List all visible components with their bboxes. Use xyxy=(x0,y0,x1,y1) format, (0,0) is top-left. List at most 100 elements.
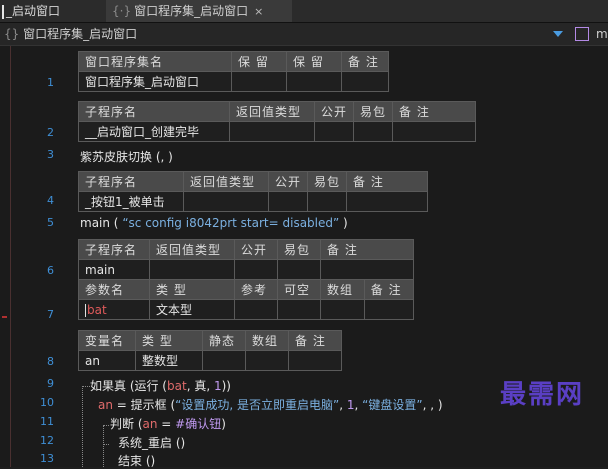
table-header: 可空 xyxy=(277,279,321,300)
subroutine-table: 子程序名 返回值类型 公开 易包 备 注 __启动窗口_创建完毕 xyxy=(78,101,477,142)
member-dropdown-label[interactable]: m xyxy=(596,23,608,45)
code-line[interactable]: main ( “sc config i8042prt start= disabl… xyxy=(80,216,348,230)
flow-tree-line xyxy=(82,386,90,387)
assembly-table: 窗口程序集名 保 留 保 留 备 注 窗口程序集_启动窗口 xyxy=(78,51,389,92)
table-header: 保 留 xyxy=(286,51,342,72)
code-line[interactable]: 判断 (an = #确认钮) xyxy=(110,415,226,432)
close-icon[interactable]: × xyxy=(254,5,263,18)
table-header: 返回值类型 xyxy=(183,171,269,192)
variable-ref: bat xyxy=(167,379,187,393)
table-cell[interactable] xyxy=(202,350,246,371)
table-cell[interactable] xyxy=(149,259,235,280)
table-header: 数组 xyxy=(245,330,289,351)
table-cell[interactable] xyxy=(231,71,287,92)
table-cell[interactable] xyxy=(313,121,355,142)
variable-name-cell[interactable]: an xyxy=(78,350,136,371)
keyword: 判断 ( xyxy=(110,417,143,431)
param-name-cell[interactable]: bat xyxy=(78,299,150,320)
variable-type-cell[interactable]: 整数型 xyxy=(135,350,203,371)
table-header: 数组 xyxy=(320,279,365,300)
flow-tree-line xyxy=(103,425,104,467)
watermark-logo: 最需网 xyxy=(500,380,585,410)
breadcrumb-label[interactable]: {} 窗口程序集_启动窗口 xyxy=(4,23,137,45)
variable-ref: an xyxy=(142,417,158,431)
subroutine-name-cell[interactable]: __启动窗口_创建完毕 xyxy=(78,121,230,142)
tab-startup-window[interactable]: _启动窗口 xyxy=(0,0,98,22)
table-header: 备 注 xyxy=(288,330,342,351)
number-literal: 1 xyxy=(213,379,222,393)
line-number: 3 xyxy=(47,148,54,161)
dropdown-arrow-icon[interactable] xyxy=(553,31,563,37)
table-cell[interactable] xyxy=(288,350,342,371)
line-number: 7 xyxy=(47,308,54,321)
breadcrumb-text: 窗口程序集_启动窗口 xyxy=(23,27,138,41)
table-header: 易包 xyxy=(353,101,394,122)
table-header: 备 注 xyxy=(346,171,429,192)
paren: ) xyxy=(221,417,226,431)
paren: )) xyxy=(221,379,231,393)
breadcrumb: {} 窗口程序集_启动窗口 m xyxy=(0,23,608,46)
line-number: 13 xyxy=(40,452,54,465)
code-line[interactable]: 结束 () xyxy=(118,452,155,469)
code-text: , 真, xyxy=(186,379,214,393)
table-cell[interactable] xyxy=(234,259,278,280)
table-header: 子程序名 xyxy=(78,101,230,122)
subroutine-name-cell[interactable]: _按钮1_被单击 xyxy=(78,191,184,212)
table-header: 子程序名 xyxy=(78,171,184,192)
function-call: main ( xyxy=(80,216,119,230)
line-number: 1 xyxy=(47,76,54,89)
table-header: 备 注 xyxy=(392,101,477,122)
table-cell[interactable] xyxy=(320,299,365,320)
assembly-name-cell[interactable]: 窗口程序集_启动窗口 xyxy=(78,71,232,92)
string-literal: “键盘设置” xyxy=(362,398,423,412)
table-header: 备 注 xyxy=(341,51,389,72)
cube-icon[interactable] xyxy=(575,27,589,41)
breakpoint-marker xyxy=(2,316,7,318)
string-literal: “设置成功, 是否立即重启电脑” xyxy=(175,398,340,412)
param-type-cell[interactable]: 文本型 xyxy=(149,299,235,320)
code-line[interactable]: 系统_重启 () xyxy=(118,434,185,451)
table-cell[interactable] xyxy=(353,121,394,142)
table-cell[interactable] xyxy=(267,191,309,212)
table-cell[interactable] xyxy=(229,121,315,142)
code-line[interactable]: 紫苏皮肤切换 (, ) xyxy=(80,148,173,165)
table-header: 参数名 xyxy=(78,279,150,300)
table-cell[interactable] xyxy=(277,259,321,280)
line-number: 6 xyxy=(47,264,54,277)
flow-tree-line xyxy=(103,444,109,445)
table-header: 公开 xyxy=(234,239,278,260)
keyword: 如果真 (运行 ( xyxy=(90,379,167,393)
table-cell[interactable] xyxy=(277,299,321,320)
table-cell[interactable] xyxy=(363,299,415,320)
tab-window-assembly[interactable]: {·} 窗口程序集_启动窗口 × xyxy=(106,0,292,22)
subroutine-table: 子程序名 返回值类型 公开 易包 备 注 _按钮1_被单击 xyxy=(78,171,429,212)
code-text: , xyxy=(354,398,363,412)
table-cell[interactable] xyxy=(245,350,289,371)
table-cell[interactable] xyxy=(234,299,278,320)
table-header: 类 型 xyxy=(149,279,235,300)
subroutine-table: 子程序名 返回值类型 公开 易包 备 注 main 参数名 类 型 参考 可空 … xyxy=(78,239,415,320)
table-header: 类 型 xyxy=(135,330,203,351)
table-header: 子程序名 xyxy=(78,239,150,260)
line-number: 5 xyxy=(47,216,54,229)
line-number: 9 xyxy=(47,377,54,390)
paren: , , ) xyxy=(422,398,443,412)
table-cell[interactable] xyxy=(346,191,429,212)
table-cell[interactable] xyxy=(307,191,348,212)
table-header: 窗口程序集名 xyxy=(78,51,232,72)
code-line[interactable]: 如果真 (运行 (bat, 真, 1)) xyxy=(90,377,231,394)
table-cell[interactable] xyxy=(183,191,269,212)
table-header: 易包 xyxy=(277,239,321,260)
code-line[interactable]: an = 提示框 (“设置成功, 是否立即重启电脑”, 1, “键盘设置”, ,… xyxy=(98,396,443,413)
text-cursor xyxy=(85,303,86,317)
local-variable-table: 变量名 类 型 静态 数组 备 注 an 整数型 xyxy=(78,330,342,371)
table-cell[interactable] xyxy=(341,71,389,92)
table-header: 备 注 xyxy=(363,279,415,300)
gutter-divider xyxy=(10,46,11,467)
table-cell[interactable] xyxy=(392,121,477,142)
table-header: 变量名 xyxy=(78,330,136,351)
table-cell[interactable] xyxy=(286,71,342,92)
subroutine-name-cell[interactable]: main xyxy=(78,259,150,280)
table-cell[interactable] xyxy=(320,259,414,280)
tab-label: 窗口程序集_启动窗口 xyxy=(134,4,249,18)
